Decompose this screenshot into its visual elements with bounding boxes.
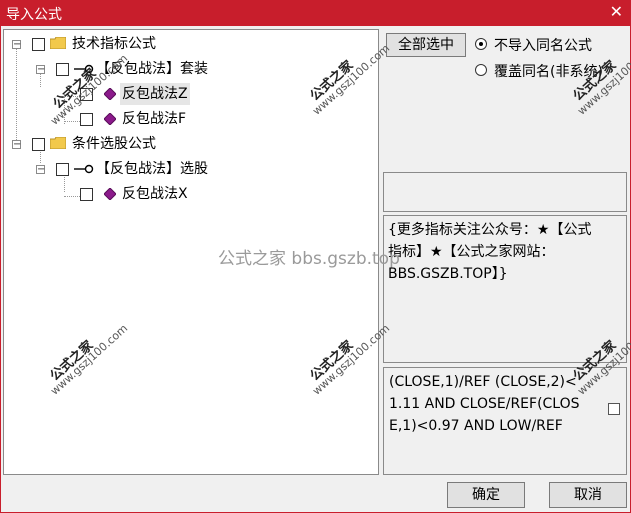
cancel-button[interactable]: 取消 — [549, 482, 627, 508]
radio-overwrite-duplicates[interactable] — [475, 64, 487, 76]
tree-item-label: 反包战法X — [122, 186, 188, 202]
collapse-icon[interactable]: − — [36, 165, 45, 175]
formula-preview-text: (CLOSE,1)/REF (CLOSE,2)<1.11 AND CLOSE/R… — [389, 374, 580, 434]
tree-group-indicators[interactable]: − 技术指标公式 — [4, 33, 374, 55]
tree-checkbox[interactable] — [56, 163, 69, 176]
collapse-icon[interactable]: − — [12, 40, 21, 50]
preview-checkbox[interactable] — [608, 403, 620, 415]
center-watermark: 公式之家 bbs.gszb.top — [218, 249, 400, 269]
ok-button[interactable]: 确定 — [447, 482, 525, 508]
formula-name-box — [383, 172, 627, 212]
formula-gem-icon — [104, 113, 116, 125]
tree-group-screening[interactable]: − 条件选股公式 — [4, 133, 374, 155]
folder-icon — [50, 37, 66, 49]
tree-group-label: 技术指标公式 — [72, 36, 156, 52]
folder-icon — [50, 137, 66, 149]
collapse-icon[interactable]: − — [36, 65, 45, 75]
tree-item-label: 反包战法Z — [120, 83, 190, 105]
formula-gem-icon — [104, 188, 116, 200]
description-box: {更多指标关注公众号：★【公式指标】★【公式之家网站：BBS.GSZB.TOP】… — [383, 215, 627, 363]
tree-checkbox[interactable] — [32, 38, 45, 51]
tree-checkbox[interactable] — [80, 188, 93, 201]
tree-formula-item[interactable]: 反包战法X — [4, 183, 374, 205]
tree-suite[interactable]: − 【反包战法】选股 — [4, 158, 374, 180]
tree-checkbox[interactable] — [80, 113, 93, 126]
tree-group-label: 条件选股公式 — [72, 136, 156, 152]
select-all-button[interactable]: 全部选中 — [386, 33, 466, 57]
close-icon[interactable]: ✕ — [610, 2, 623, 21]
formula-gem-icon — [104, 88, 116, 100]
key-icon — [74, 164, 94, 174]
tree-item-label: 反包战法F — [122, 111, 187, 127]
collapse-icon[interactable]: − — [12, 140, 21, 150]
radio-skip-label: 不导入同名公式 — [494, 38, 592, 54]
description-text: {更多指标关注公众号：★【公式指标】★【公式之家网站：BBS.GSZB.TOP】… — [388, 222, 592, 282]
dialog-titlebar[interactable]: 导入公式 ✕ — [0, 0, 631, 26]
tree-checkbox[interactable] — [32, 138, 45, 151]
radio-skip-duplicates[interactable] — [475, 38, 487, 50]
tree-suite-label: 【反包战法】选股 — [96, 161, 208, 177]
tree-checkbox[interactable] — [56, 63, 69, 76]
dialog-title: 导入公式 — [6, 7, 62, 23]
